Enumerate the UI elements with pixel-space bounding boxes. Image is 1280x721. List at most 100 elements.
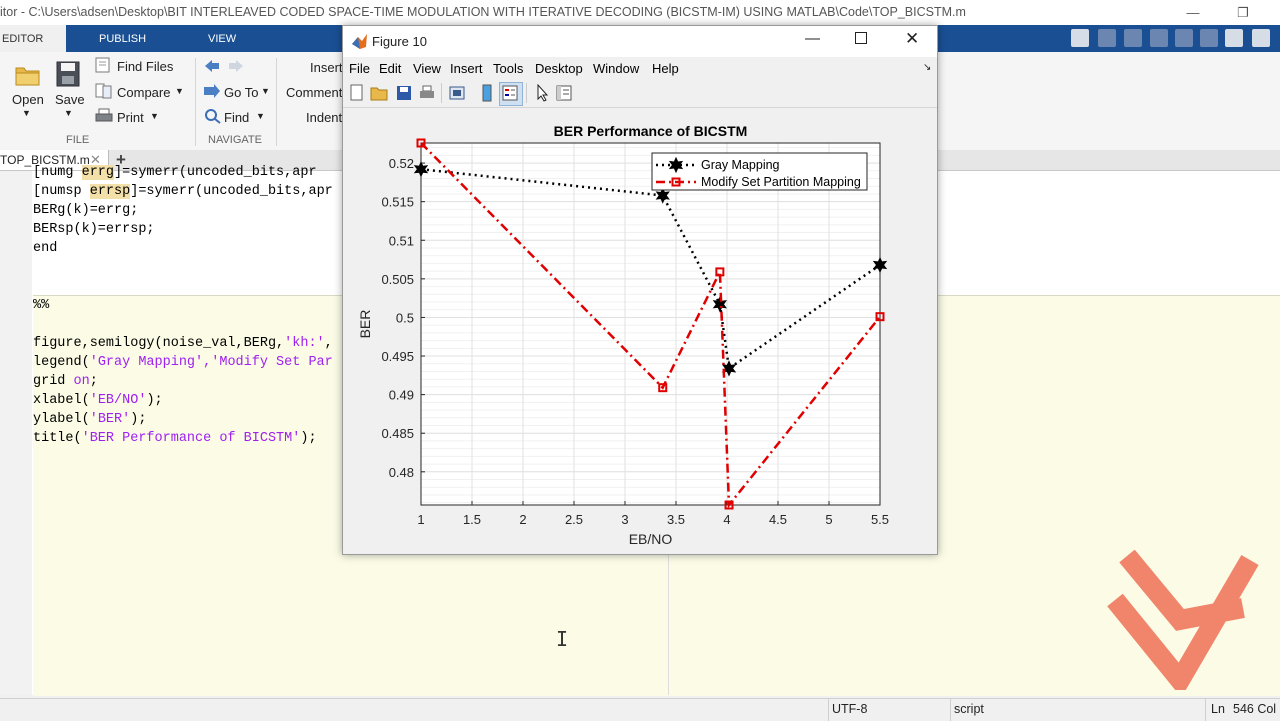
figure-minimize-button[interactable]: — [805, 30, 820, 47]
cut-quick-icon[interactable] [1098, 29, 1116, 47]
print-dropdown-icon[interactable]: ▼ [150, 111, 159, 121]
comment-button[interactable]: Comment [286, 85, 342, 100]
y-tick-label: 0.5 [396, 310, 414, 325]
tab-view[interactable]: VIEW [208, 25, 236, 52]
x-tick-label: 3 [621, 512, 628, 527]
file-type-status: script [954, 702, 984, 716]
menu-tools[interactable]: Tools [493, 61, 523, 76]
copy-quick-icon[interactable] [1124, 29, 1142, 47]
code-line[interactable]: BERg(k)=errg; [33, 203, 138, 218]
indent-button[interactable]: Indent [306, 110, 342, 125]
figure-maximize-button[interactable] [855, 32, 867, 44]
menu-window[interactable]: Window [593, 61, 639, 76]
x-tick-label: 4 [723, 512, 730, 527]
dock-arrow-icon[interactable]: ↘ [923, 62, 931, 73]
toolbar-divider [441, 83, 442, 103]
help-quick-icon[interactable] [1252, 29, 1270, 47]
print-button[interactable]: Print [117, 110, 144, 125]
menu-file[interactable]: File [349, 61, 370, 76]
y-axis-label: BER [357, 310, 373, 339]
print-icon [95, 108, 113, 122]
menu-view[interactable]: View [413, 61, 441, 76]
go-to-button[interactable]: Go To [224, 85, 258, 100]
menu-edit[interactable]: Edit [379, 61, 401, 76]
code-line[interactable]: figure,semilogy(noise_val,BERg,'kh:', [33, 336, 333, 351]
status-divider [950, 699, 951, 721]
figure-window[interactable]: Figure 10 — ✕ File Edit View Insert Tool… [342, 25, 938, 555]
navigate-section-label: NAVIGATE [208, 134, 262, 146]
insert-colorbar-icon[interactable] [478, 84, 496, 102]
toolbar-divider [526, 83, 527, 103]
x-tick-label: 2 [519, 512, 526, 527]
menu-desktop[interactable]: Desktop [535, 61, 583, 76]
code-line[interactable]: title('BER Performance of BICSTM'); [33, 431, 317, 446]
compare-dropdown-icon[interactable]: ▼ [175, 86, 184, 96]
y-tick-label: 0.515 [381, 195, 414, 210]
insert-button[interactable]: Insert [310, 60, 343, 75]
menu-insert[interactable]: Insert [450, 61, 483, 76]
find-files-button[interactable]: Find Files [117, 59, 173, 74]
minimize-button[interactable]: — [1170, 0, 1216, 25]
switch-windows-quick-icon[interactable] [1225, 29, 1243, 47]
ber-chart: 1 1.5 2 2.5 3 3.5 4 4.5 5 5.5 0.48 0.485 0.49 0.495 0.… [357, 123, 889, 547]
line-status: Ln [1211, 702, 1225, 716]
y-tick-label: 0.52 [389, 156, 414, 171]
code-line[interactable]: BERsp(k)=errsp; [33, 222, 155, 237]
find-icon [205, 109, 221, 124]
property-inspector-icon[interactable] [555, 84, 573, 102]
watermark-logo [1107, 550, 1259, 690]
redo-quick-icon[interactable] [1200, 29, 1218, 47]
find-dropdown-icon[interactable]: ▼ [256, 111, 265, 121]
save-quick-icon[interactable] [1071, 29, 1089, 47]
compare-icon [95, 83, 112, 99]
code-line[interactable]: end [33, 241, 57, 256]
save-figure-icon[interactable] [395, 84, 413, 102]
encoding-status: UTF-8 [832, 702, 868, 716]
y-tick-label: 0.51 [389, 233, 414, 248]
code-line[interactable]: [numsp errsp]=symerr(uncoded_bits,apr [33, 184, 333, 199]
plot-area[interactable]: 1 1.5 2 2.5 3 3.5 4 4.5 5 5.5 0.48 0.485 0.49 0.495 0.… [343, 108, 937, 554]
menu-help[interactable]: Help [652, 61, 679, 76]
link-plot-icon[interactable] [448, 84, 466, 102]
y-tick-label: 0.49 [389, 388, 414, 403]
new-figure-icon[interactable] [348, 84, 366, 102]
code-line[interactable]: [numg errg]=symerr(uncoded_bits,apr [33, 165, 317, 180]
back-arrow-icon[interactable] [204, 59, 220, 73]
restore-button[interactable]: ❐ [1220, 0, 1266, 25]
edit-plot-icon[interactable] [533, 84, 551, 102]
compare-button[interactable]: Compare [117, 85, 170, 100]
y-tick-label: 0.485 [381, 426, 414, 441]
code-line[interactable]: xlabel('EB/NO'); [33, 393, 163, 408]
open-dropdown-icon[interactable]: ▼ [22, 108, 31, 118]
tab-publish[interactable]: PUBLISH [99, 25, 146, 52]
figure-title: Figure 10 [372, 34, 427, 49]
chart-title: BER Performance of BICSTM [554, 123, 748, 139]
insert-legend-icon[interactable] [501, 84, 519, 102]
undo-quick-icon[interactable] [1175, 29, 1193, 47]
status-divider [828, 699, 829, 721]
code-line[interactable]: %% [33, 298, 49, 313]
y-tick-label: 0.495 [381, 349, 414, 364]
tab-editor[interactable]: EDITOR [0, 25, 66, 52]
code-line[interactable]: grid on; [33, 374, 98, 389]
x-axis-label: EB/NO [629, 531, 673, 547]
figure-title-bar: Figure 10 — ✕ [343, 26, 937, 57]
find-button[interactable]: Find [224, 110, 249, 125]
code-line[interactable]: legend('Gray Mapping','Modify Set Par [33, 355, 333, 370]
x-tick-label: 1 [417, 512, 424, 527]
figure-close-button[interactable]: ✕ [905, 29, 919, 49]
print-figure-icon[interactable] [418, 84, 436, 102]
save-dropdown-icon[interactable]: ▼ [64, 108, 73, 118]
code-line[interactable]: ylabel('BER'); [33, 412, 146, 427]
figure-menu-bar: File Edit View Insert Tools Desktop Wind… [343, 57, 937, 79]
y-tick-label: 0.48 [389, 465, 414, 480]
window-title: itor - C:\Users\adsen\Desktop\BIT INTERL… [0, 5, 966, 19]
legend-label: Gray Mapping [701, 158, 780, 172]
go-to-dropdown-icon[interactable]: ▼ [261, 86, 270, 96]
forward-arrow-icon[interactable] [228, 59, 244, 73]
x-tick-label: 4.5 [769, 512, 787, 527]
open-file-icon[interactable] [370, 84, 388, 102]
paste-quick-icon[interactable] [1150, 29, 1168, 47]
open-button[interactable]: Open [12, 92, 44, 107]
save-button[interactable]: Save [55, 92, 85, 107]
